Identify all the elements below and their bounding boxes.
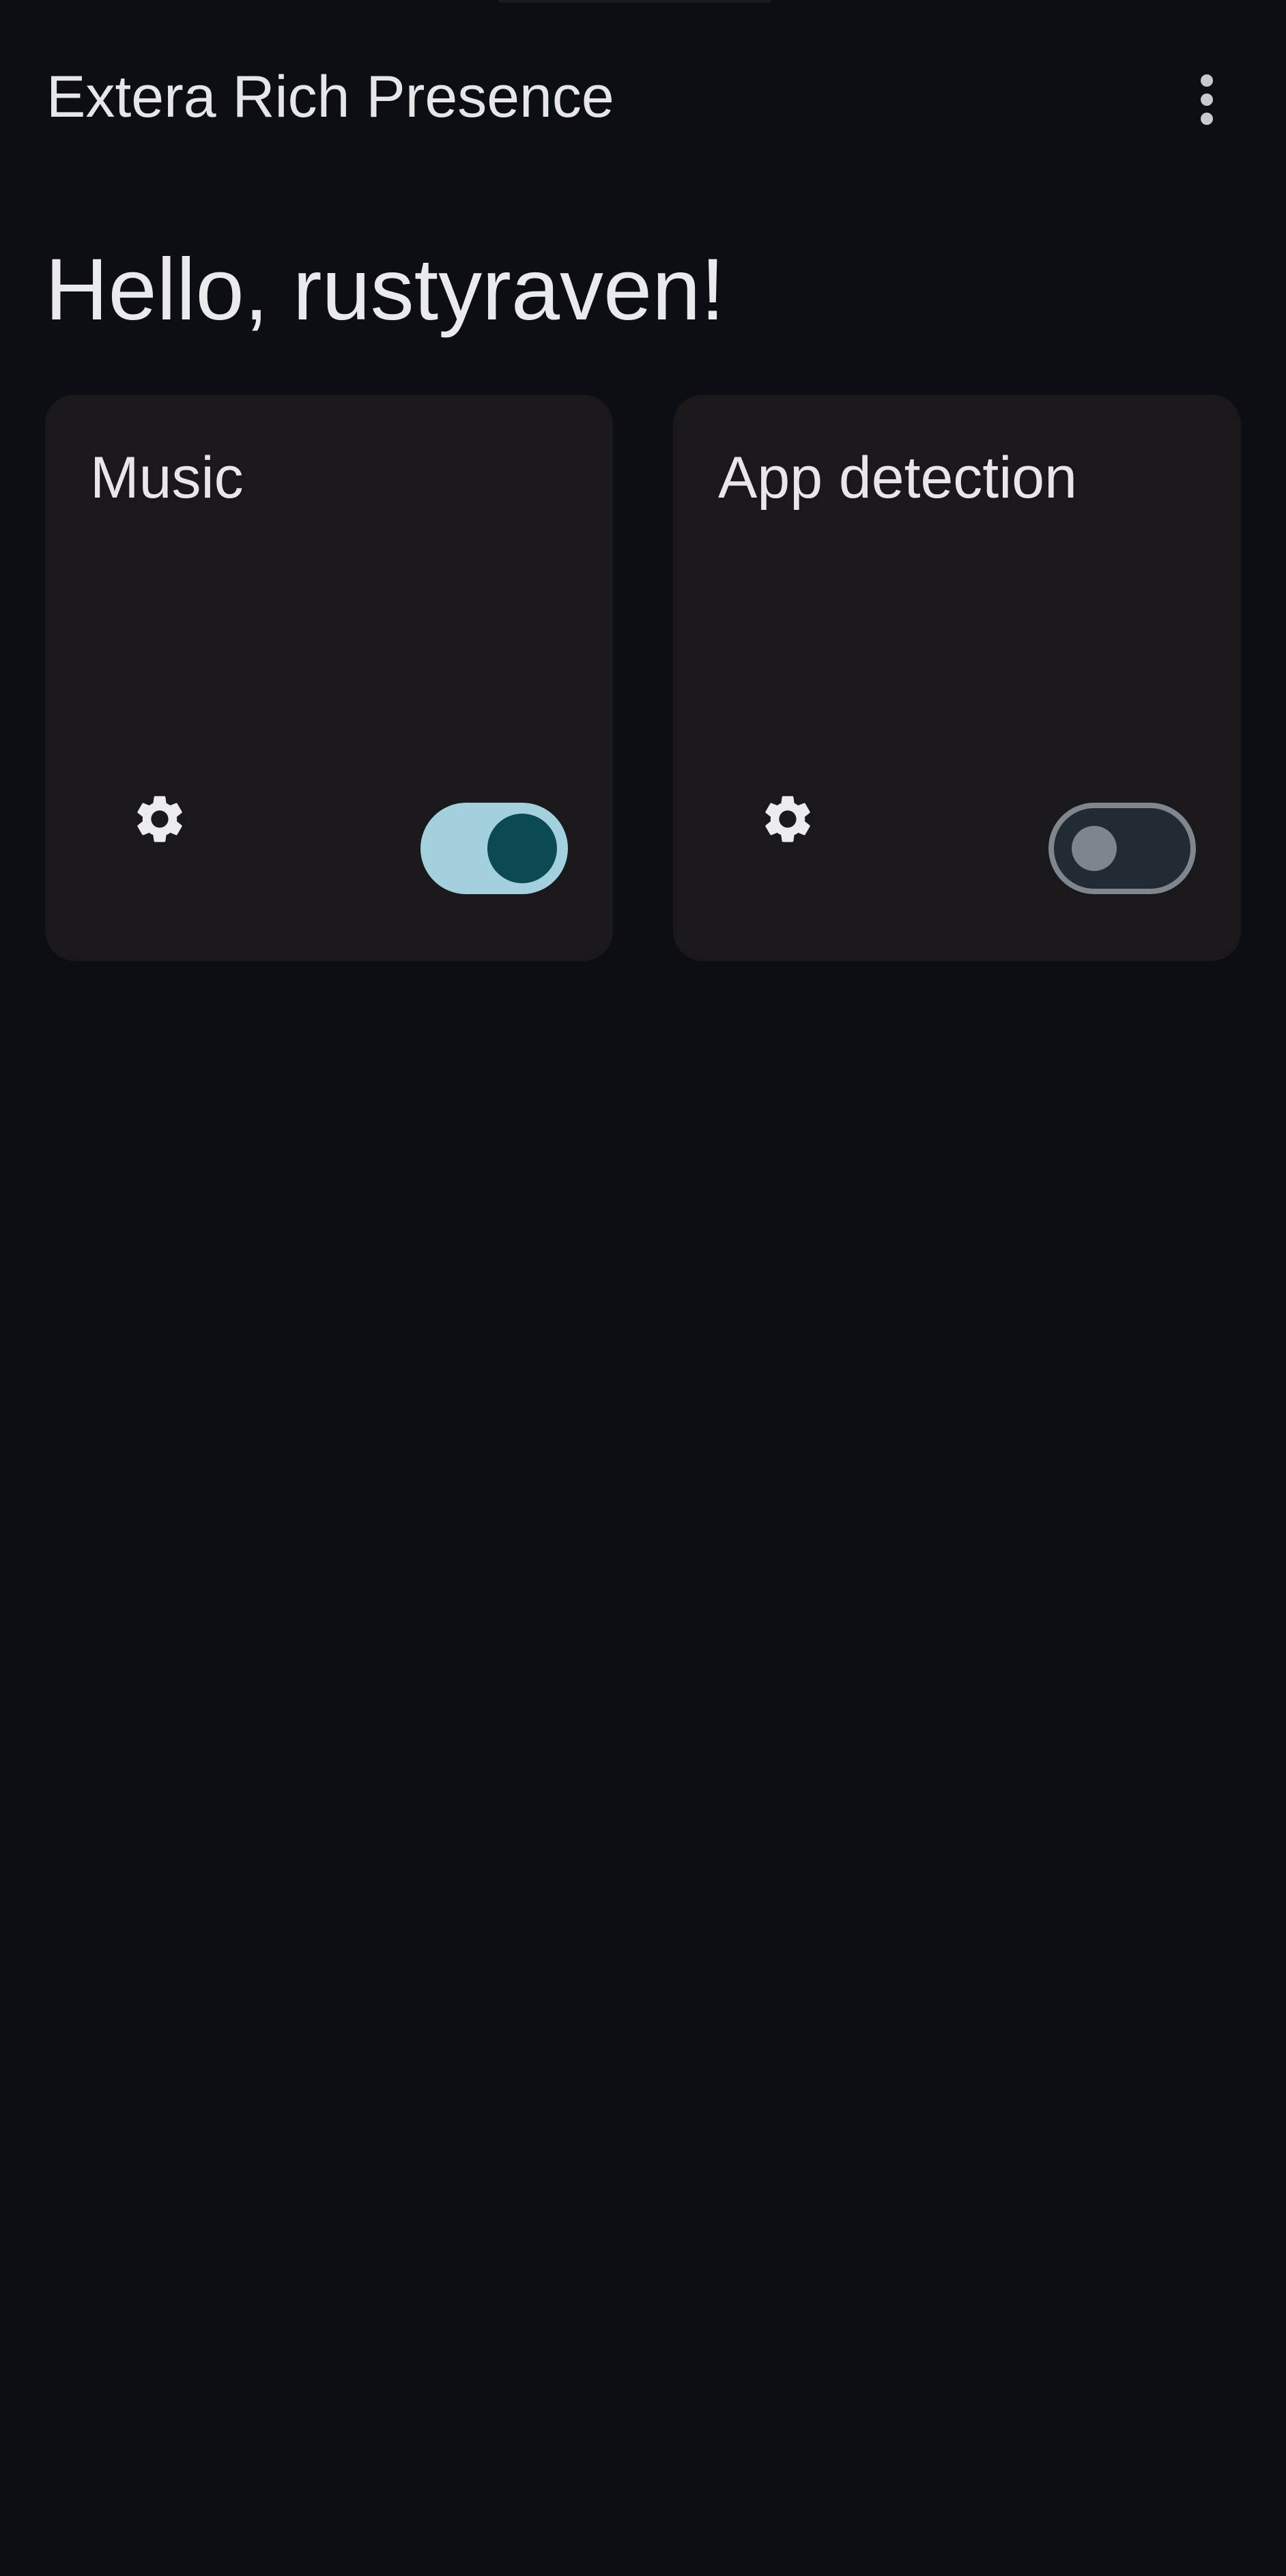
menu-dot [1201,113,1213,125]
app-detection-card[interactable]: App detection [673,395,1241,961]
app-detection-card-title: App detection [718,445,1077,511]
music-card[interactable]: Music [45,395,613,961]
app-detection-settings-button[interactable] [745,777,830,861]
greeting: Hello, rustyraven! [45,241,725,339]
music-toggle-switch[interactable] [420,803,568,894]
menu-dot [1201,74,1213,87]
gear-icon [765,796,810,842]
app-title: Extera Rich Presence [46,64,614,130]
more-vert-icon[interactable] [1180,66,1234,134]
music-settings-button[interactable] [117,777,202,861]
switch-thumb [1072,826,1117,871]
app-bar: Extera Rich Presence [0,0,1286,191]
music-card-title: Music [90,445,244,511]
switch-thumb [487,814,557,883]
menu-dot [1201,94,1213,106]
gear-icon [137,796,182,842]
app-detection-toggle-switch[interactable] [1048,803,1196,894]
